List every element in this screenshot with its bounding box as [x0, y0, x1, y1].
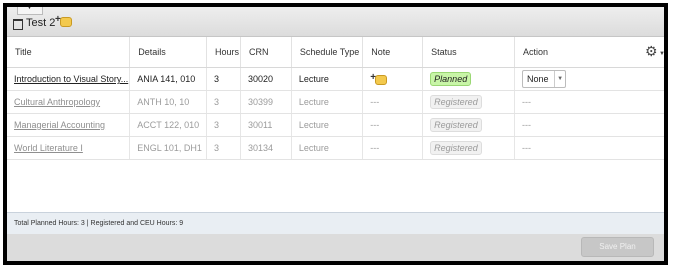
column-header-action[interactable]: Action — [514, 37, 664, 68]
course-status: Registered — [422, 113, 516, 137]
status-badge: Planned — [430, 72, 472, 86]
action-select[interactable]: None ▼ — [522, 70, 567, 88]
plan-title: Test 2 — [26, 17, 56, 29]
chevron-down-icon: ▼ — [659, 51, 664, 57]
column-header-title[interactable]: Title — [7, 37, 131, 68]
column-header-note[interactable]: Note — [362, 37, 424, 68]
status-badge: Registered — [430, 141, 482, 155]
course-hours: 3 — [206, 90, 242, 114]
course-note: --- — [362, 90, 424, 114]
course-crn: 30134 — [240, 136, 292, 160]
window-frame: ▼ Test 2 + Title Details Hours CRN Sched… — [3, 3, 668, 265]
table-header-row: Title Details Hours CRN Schedule Type No… — [7, 37, 664, 68]
course-action: --- — [514, 90, 664, 114]
course-title-link[interactable]: Cultural Anthropology — [7, 90, 131, 114]
course-crn: 30011 — [240, 113, 292, 137]
course-status: Registered — [422, 90, 516, 114]
course-status: Registered — [422, 136, 516, 160]
table-row: World Literature I ENGL 101, DH1 3 30134… — [7, 136, 664, 160]
plan-window: ▼ Test 2 + Title Details Hours CRN Sched… — [7, 7, 664, 261]
status-badge: Registered — [430, 95, 482, 109]
add-note-icon[interactable]: + — [370, 72, 388, 85]
course-details: ANTH 10, 10 — [129, 90, 208, 114]
course-schedule-type: Lecture — [291, 113, 364, 137]
collapse-handle[interactable]: ▼ — [17, 7, 43, 15]
gear-icon[interactable]: ⚙ — [645, 43, 658, 60]
hours-summary: Total Planned Hours: 3 | Registered and … — [14, 220, 184, 227]
column-header-details[interactable]: Details — [129, 37, 208, 68]
course-details: ACCT 122, 010 — [129, 113, 208, 137]
course-title-link[interactable]: World Literature I — [7, 136, 131, 160]
course-schedule-type: Lecture — [291, 90, 364, 114]
course-action: None ▼ — [514, 67, 664, 91]
add-note-icon[interactable]: + — [55, 14, 72, 27]
course-note: + — [362, 67, 424, 91]
course-hours: 3 — [206, 136, 242, 160]
column-header-crn[interactable]: CRN — [240, 37, 292, 68]
course-note: --- — [362, 113, 424, 137]
chevron-down-icon: ▼ — [554, 71, 565, 87]
course-title-link[interactable]: Managerial Accounting — [7, 113, 131, 137]
status-badge: Registered — [430, 118, 482, 132]
plan-header: ▼ Test 2 + — [7, 7, 664, 37]
course-details: ANIA 141, 010 — [129, 67, 208, 91]
hours-summary-bar: Total Planned Hours: 3 | Registered and … — [7, 212, 664, 235]
course-schedule-type: Lecture — [291, 67, 364, 91]
course-crn: 30399 — [240, 90, 292, 114]
action-bar: Save Plan — [7, 234, 664, 261]
course-schedule-type: Lecture — [291, 136, 364, 160]
column-header-status[interactable]: Status — [422, 37, 516, 68]
course-crn: 30020 — [240, 67, 292, 91]
course-status: Planned — [422, 67, 516, 91]
column-header-hours[interactable]: Hours — [206, 37, 242, 68]
action-select-value: None — [527, 74, 549, 84]
course-table: Title Details Hours CRN Schedule Type No… — [7, 37, 664, 160]
course-details: ENGL 101, DH1 — [129, 136, 208, 160]
calendar-icon — [13, 19, 23, 30]
column-header-schedule-type[interactable]: Schedule Type — [291, 37, 364, 68]
table-row: Cultural Anthropology ANTH 10, 10 3 3039… — [7, 90, 664, 114]
table-row: Introduction to Visual Story... ANIA 141… — [7, 67, 664, 91]
course-action: --- — [514, 136, 664, 160]
table-row: Managerial Accounting ACCT 122, 010 3 30… — [7, 113, 664, 137]
course-hours: 3 — [206, 67, 242, 91]
course-note: --- — [362, 136, 424, 160]
chevron-down-icon: ▼ — [26, 7, 33, 11]
course-action: --- — [514, 113, 664, 137]
course-hours: 3 — [206, 113, 242, 137]
save-plan-button[interactable]: Save Plan — [581, 237, 654, 257]
course-title-link[interactable]: Introduction to Visual Story... — [7, 67, 131, 91]
